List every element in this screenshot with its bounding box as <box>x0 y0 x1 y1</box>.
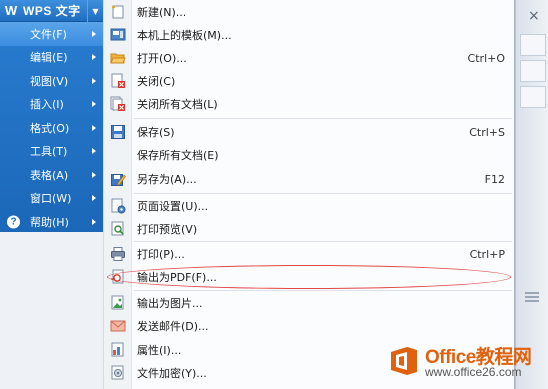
site-watermark: Office教程网 www.office26.com <box>383 340 548 386</box>
side-panel-tab[interactable] <box>520 86 546 108</box>
submenu-item-label: 保存(S) <box>137 126 175 139</box>
submenu-arrow-icon <box>92 30 96 37</box>
page-setup-icon <box>111 198 126 214</box>
email-icon <box>110 320 126 332</box>
submenu-item-label: 发送邮件(D)... <box>137 320 209 333</box>
shortcut-label: Ctrl+S <box>469 125 505 139</box>
file-submenu: 新建(N)... 本机上的模板(M)... 打开(O)... Ctrl+O 关闭… <box>103 0 515 389</box>
submenu-item-save[interactable]: 保存(S) Ctrl+S <box>104 121 515 143</box>
submenu-item-label: 关闭(C) <box>137 75 176 88</box>
submenu-item-label: 属性(I)... <box>137 344 182 357</box>
menu-item-view[interactable]: 视图(V) <box>0 69 103 93</box>
menu-item-tools[interactable]: 工具(T) <box>0 140 103 164</box>
menu-item-insert[interactable]: 插入(I) <box>0 93 103 117</box>
submenu-arrow-icon <box>92 54 96 61</box>
submenu-item-label: 另存为(A)... <box>137 173 197 186</box>
watermark-url: www.office26.com <box>425 365 522 379</box>
open-folder-icon <box>110 53 126 64</box>
menu-item-label: 窗口(W) <box>30 192 72 206</box>
app-main-menu: W WPS 文字 ▼ 文件(F) 编辑(E) 视图(V) 插入(I) 格式(O)… <box>0 0 103 232</box>
submenu-item-print[interactable]: 打印(P)... Ctrl+P <box>104 243 515 265</box>
menu-separator <box>134 241 512 242</box>
close-document-icon <box>111 73 125 88</box>
submenu-item-send-email[interactable]: 发送邮件(D)... <box>104 315 515 337</box>
wps-app-button[interactable]: W WPS 文字 ▼ <box>0 0 103 22</box>
properties-icon <box>111 342 124 357</box>
menu-item-label: 编辑(E) <box>30 51 68 65</box>
side-panel-tab[interactable] <box>520 60 546 82</box>
side-panel-tab[interactable] <box>520 34 546 56</box>
submenu-item-label: 保存所有文档(E) <box>137 149 219 162</box>
export-image-icon <box>111 295 124 310</box>
submenu-item-close[interactable]: 关闭(C) <box>104 70 515 92</box>
submenu-item-page-setup[interactable]: 页面设置(U)... <box>104 195 515 217</box>
menu-item-label: 工具(T) <box>30 145 68 159</box>
wps-logo-icon: W <box>4 3 18 18</box>
submenu-item-label: 页面设置(U)... <box>137 200 209 213</box>
menu-item-label: 插入(I) <box>30 98 64 112</box>
submenu-item-open[interactable]: 打开(O)... Ctrl+O <box>104 47 515 69</box>
submenu-item-label: 文件加密(Y)... <box>137 367 207 380</box>
submenu-item-print-preview[interactable]: 打印预览(V) <box>104 218 515 240</box>
submenu-item-label: 打印(P)... <box>137 248 185 261</box>
submenu-item-label: 关闭所有文档(L) <box>137 98 218 111</box>
chevron-down-icon[interactable]: ▼ <box>87 0 103 22</box>
help-icon: ? <box>7 215 20 229</box>
menu-item-file[interactable]: 文件(F) <box>0 22 103 46</box>
menu-separator <box>134 118 512 119</box>
menu-item-label: 表格(A) <box>30 168 69 182</box>
menu-separator <box>134 193 512 194</box>
menu-item-label: 视图(V) <box>30 74 69 88</box>
save-icon <box>111 125 125 139</box>
new-document-icon <box>112 5 124 19</box>
app-title: WPS 文字 <box>23 4 81 18</box>
submenu-item-export-pdf[interactable]: 输出为PDF(F)... <box>104 266 515 288</box>
close-icon[interactable]: × <box>528 8 540 24</box>
shortcut-label: Ctrl+O <box>467 51 505 65</box>
submenu-item-save-as[interactable]: 另存为(A)... F12 <box>104 168 515 190</box>
resize-grip-icon[interactable] <box>525 292 539 302</box>
submenu-arrow-icon <box>92 218 96 225</box>
menu-item-label: 文件(F) <box>30 27 67 41</box>
menu-item-label: 格式(O) <box>30 121 70 135</box>
shortcut-label: F12 <box>484 172 505 186</box>
menu-item-format[interactable]: 格式(O) <box>0 116 103 140</box>
submenu-item-new[interactable]: 新建(N)... <box>104 1 515 23</box>
submenu-item-templates[interactable]: 本机上的模板(M)... <box>104 24 515 46</box>
submenu-arrow-icon <box>92 171 96 178</box>
submenu-item-label: 新建(N)... <box>137 6 187 19</box>
office-logo-icon <box>391 347 417 375</box>
export-pdf-icon <box>111 269 124 284</box>
submenu-item-export-image[interactable]: 输出为图片... <box>104 292 515 314</box>
shortcut-label: Ctrl+P <box>469 247 505 261</box>
menu-item-table[interactable]: 表格(A) <box>0 163 103 187</box>
menu-item-label: 帮助(H) <box>30 215 69 229</box>
print-preview-icon <box>111 221 124 236</box>
submenu-arrow-icon <box>92 195 96 202</box>
submenu-arrow-icon <box>92 77 96 84</box>
submenu-item-label: 打印预览(V) <box>137 223 198 236</box>
menu-item-window[interactable]: 窗口(W) <box>0 187 103 211</box>
printer-icon <box>111 247 125 261</box>
menu-item-help[interactable]: ? 帮助(H) <box>0 210 103 234</box>
background-window-edge: × <box>515 0 548 389</box>
submenu-item-close-all[interactable]: 关闭所有文档(L) <box>104 93 515 115</box>
close-all-documents-icon <box>110 96 125 111</box>
menu-item-edit[interactable]: 编辑(E) <box>0 46 103 70</box>
submenu-arrow-icon <box>92 124 96 131</box>
submenu-item-label: 输出为PDF(F)... <box>137 271 217 284</box>
encrypt-icon <box>111 365 124 380</box>
submenu-item-label: 输出为图片... <box>137 297 203 310</box>
save-as-icon <box>111 174 126 186</box>
submenu-arrow-icon <box>92 101 96 108</box>
submenu-arrow-icon <box>92 148 96 155</box>
menu-separator <box>134 290 512 291</box>
template-icon <box>110 28 126 41</box>
submenu-item-label: 打开(O)... <box>137 52 187 65</box>
submenu-item-save-all[interactable]: 保存所有文档(E) <box>104 144 515 166</box>
submenu-item-label: 本机上的模板(M)... <box>137 29 232 42</box>
